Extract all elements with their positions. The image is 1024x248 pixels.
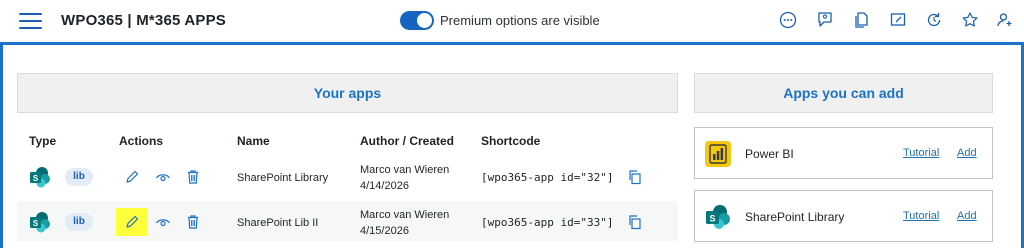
refresh-icon[interactable]: [925, 11, 943, 29]
app-author: Marco van Wieren: [360, 164, 450, 176]
type-badge: lib: [65, 168, 93, 186]
edit-icon[interactable]: [124, 169, 140, 185]
shortcode: [wpo365-app id="32"]: [481, 171, 614, 184]
available-app-name: Power BI: [745, 147, 794, 161]
add-link[interactable]: Add: [957, 210, 977, 222]
available-app-card: S SharePoint Library Tutorial Add: [694, 190, 993, 242]
svg-text:S: S: [709, 214, 715, 224]
app-created: 4/14/2026: [360, 180, 409, 192]
more-options-icon[interactable]: [779, 11, 797, 29]
column-header-name: Name: [237, 134, 270, 148]
add-link[interactable]: Add: [957, 147, 977, 159]
svg-text:S: S: [33, 174, 39, 183]
delete-icon[interactable]: [185, 169, 201, 185]
star-icon[interactable]: [961, 11, 979, 29]
app-name: SharePoint Library: [237, 172, 329, 184]
preview-icon[interactable]: [155, 169, 171, 185]
preview-icon[interactable]: [155, 214, 171, 230]
edit-icon[interactable]: [124, 214, 140, 230]
docs-icon[interactable]: [853, 11, 871, 29]
app-author: Marco van Wieren: [360, 209, 450, 221]
column-header-author: Author / Created: [360, 134, 455, 148]
available-app-name: SharePoint Library: [745, 210, 845, 224]
app-created: 4/15/2026: [360, 225, 409, 237]
shortcode: [wpo365-app id="33"]: [481, 216, 614, 229]
column-header-type: Type: [29, 134, 57, 148]
feedback-icon[interactable]: [889, 11, 907, 29]
sharepoint-icon: S: [30, 212, 50, 233]
app-name: SharePoint Lib II: [237, 217, 319, 229]
apps-you-can-add-header: Apps you can add: [694, 73, 993, 113]
sharepoint-icon: S: [30, 167, 50, 188]
power-bi-icon: [705, 141, 731, 167]
your-apps-header: Your apps: [17, 73, 678, 113]
delete-icon[interactable]: [185, 214, 201, 230]
column-header-actions: Actions: [119, 134, 164, 148]
svg-text:S: S: [33, 219, 39, 228]
top-bar: WPO365 | M*365 APPS Premium options are …: [0, 0, 1024, 42]
user-voice-icon[interactable]: [816, 11, 834, 29]
copy-icon[interactable]: [627, 169, 643, 185]
tutorial-link[interactable]: Tutorial: [903, 210, 939, 222]
header-icon-bar: [0, 11, 1024, 31]
sharepoint-icon: S: [706, 205, 730, 229]
available-app-card: Power BI Tutorial Add: [694, 127, 993, 179]
column-header-shortcode: Shortcode: [481, 134, 541, 148]
tutorial-link[interactable]: Tutorial: [903, 147, 939, 159]
user-add-icon[interactable]: [996, 11, 1014, 29]
type-badge: lib: [65, 213, 93, 231]
copy-icon[interactable]: [627, 214, 643, 230]
